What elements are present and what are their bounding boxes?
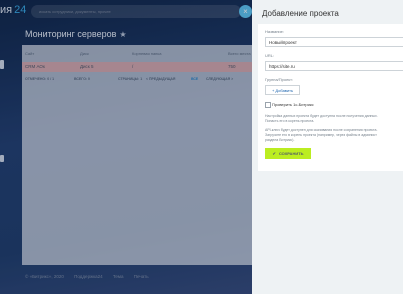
add-group-button[interactable]: + Добавить (265, 85, 300, 95)
bitrix-check-checkbox[interactable] (265, 102, 271, 108)
save-button-label: СОХРАНИТЬ (278, 151, 304, 156)
modal-overlay[interactable] (0, 0, 262, 294)
note-data: Настройка данных проекта будет доступна … (265, 114, 378, 124)
note-api: API-ключ будет доступен для скачивания п… (265, 128, 377, 143)
bitrix-check-label[interactable]: Проверить 1с-Битрикс (272, 102, 314, 107)
add-project-slider: Добавление проекта Название: Новыйпроект… (252, 0, 403, 294)
save-button[interactable]: ✔ СОХРАНИТЬ (265, 148, 311, 159)
group-label: Группа/Проект: (265, 77, 294, 82)
note-data-line2: Попасть его в корень проекта. (265, 119, 315, 123)
url-input[interactable]: https://site.ru (265, 61, 403, 71)
check-icon: ✔ (272, 151, 276, 156)
slider-title: Добавление проекта (262, 9, 339, 18)
name-label: Название: (265, 29, 284, 34)
url-label: URL: (265, 53, 275, 58)
note-api-line3: раздела Битрикс). (265, 138, 295, 142)
add-project-form: Название: Новыйпроект URL: https://site.… (258, 24, 403, 171)
name-input[interactable]: Новыйпроект (265, 37, 403, 47)
